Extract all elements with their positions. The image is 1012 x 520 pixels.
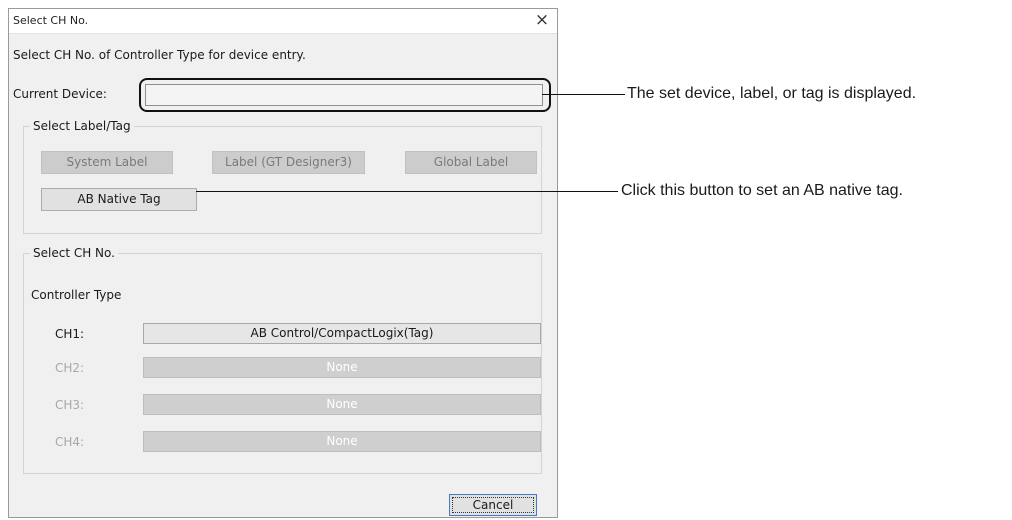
instruction-text: Select CH No. of Controller Type for dev… (13, 48, 306, 62)
cancel-button[interactable]: Cancel (449, 494, 537, 516)
ab-native-tag-button[interactable]: AB Native Tag (41, 188, 197, 211)
select-ch-dialog: Select CH No. × Select CH No. of Control… (8, 8, 558, 518)
ch3-controller-field[interactable]: None (143, 394, 541, 415)
system-label-button[interactable]: System Label (41, 151, 173, 174)
callout-current-device: The set device, label, or tag is display… (627, 85, 917, 102)
current-device-field (145, 84, 543, 106)
ch4-label: CH4: (55, 435, 85, 449)
ch3-label: CH3: (55, 398, 85, 412)
ch-select-group-legend: Select CH No. (30, 246, 118, 260)
label-tag-group-legend: Select Label/Tag (30, 119, 134, 133)
ch1-controller-field[interactable]: AB Control/CompactLogix(Tag) (143, 323, 541, 344)
callout-ab-native-tag: Click this button to set an AB native ta… (621, 182, 903, 199)
close-icon[interactable]: × (527, 9, 557, 33)
ch4-controller-field[interactable]: None (143, 431, 541, 452)
title-bar: Select CH No. × (9, 9, 557, 34)
gt-designer-label-button[interactable]: Label (GT Designer3) (212, 151, 365, 174)
callout-line-current-device (542, 94, 625, 95)
ch1-label: CH1: (55, 327, 85, 341)
controller-type-label: Controller Type (31, 288, 122, 302)
ch2-label: CH2: (55, 361, 85, 375)
ch2-controller-field[interactable]: None (143, 357, 541, 378)
dialog-title: Select CH No. (13, 14, 89, 27)
current-device-label: Current Device: (13, 87, 107, 101)
label-tag-group: Select Label/Tag (23, 119, 542, 234)
global-label-button[interactable]: Global Label (405, 151, 537, 174)
callout-line-ab-native-tag (196, 191, 618, 192)
